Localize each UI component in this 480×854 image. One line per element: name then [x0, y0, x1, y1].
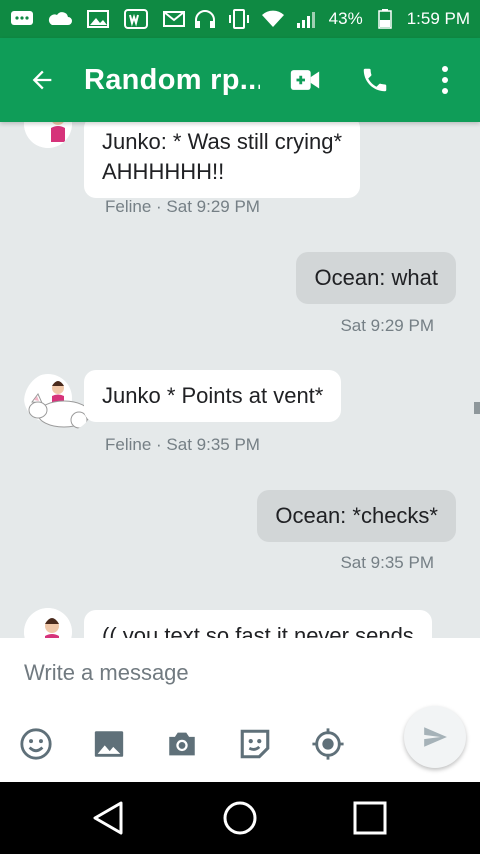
emoji-button[interactable]: [18, 726, 54, 762]
status-bar: 43% 1:59 PM: [0, 0, 480, 38]
gallery-icon: [94, 731, 124, 757]
emoji-icon: [20, 728, 52, 760]
nav-recents-button[interactable]: [350, 798, 390, 838]
message-meta: Feline · Sat 9:35 PM: [105, 435, 260, 454]
nav-recents-icon: [353, 801, 387, 835]
nav-home-button[interactable]: [220, 798, 260, 838]
sender-avatar-icon: [24, 122, 72, 148]
location-icon: [312, 728, 344, 760]
more-vert-icon: [442, 66, 448, 94]
message-bubble-incoming[interactable]: Junko: * Was still crying* AHHHHHH!!: [84, 122, 361, 198]
signal-icon: [295, 9, 319, 29]
message-input[interactable]: Write a message: [24, 660, 189, 686]
camera-button[interactable]: [164, 726, 200, 762]
battery-icon: [373, 9, 397, 29]
message-text-line: Junko: * Was still crying*: [102, 129, 343, 154]
navigation-bar: [0, 782, 480, 854]
sender-name: Feline: [105, 197, 152, 216]
message-bubble-incoming[interactable]: Junko * Points at vent*: [84, 370, 342, 422]
message-time: Sat 9:35 PM: [166, 435, 260, 454]
avatar[interactable]: [24, 608, 72, 638]
cloud-icon: [48, 9, 72, 29]
more-options-button[interactable]: [410, 38, 480, 122]
app-bar: Random rp...: [0, 38, 480, 122]
back-button[interactable]: [0, 38, 84, 122]
sender-name: Feline: [105, 435, 152, 454]
message-time: Sat 9:29 PM: [340, 316, 434, 335]
chat-bubble-icon: [10, 9, 34, 29]
compose-area: Write a message: [0, 638, 480, 782]
sticker-icon: [240, 729, 270, 759]
scroll-indicator[interactable]: [474, 402, 480, 414]
video-call-icon: [290, 70, 320, 90]
gmail-icon: [162, 9, 186, 29]
message-time: Sat 9:29 PM: [166, 197, 260, 216]
vibrate-icon: [227, 9, 251, 29]
message-text-line: Junko * Points at vent*: [102, 383, 324, 408]
nav-back-button[interactable]: [88, 798, 128, 838]
message-text-line: Ocean: what: [314, 265, 438, 290]
video-call-button[interactable]: [270, 38, 340, 122]
send-icon: [424, 727, 447, 747]
phone-call-button[interactable]: [340, 38, 410, 122]
image-icon: [86, 9, 110, 29]
message-bubble-outgoing[interactable]: Ocean: what: [296, 252, 456, 304]
message-text-line: AHHHHHH!!: [102, 159, 225, 184]
battery-percent: 43%: [328, 9, 363, 28]
message-bubble-outgoing[interactable]: Ocean: *checks*: [257, 490, 456, 542]
sticker-button[interactable]: [237, 726, 273, 762]
gallery-button[interactable]: [91, 726, 127, 762]
conversation-list[interactable]: Junko: * Was still crying* AHHHHHH!! Fel…: [0, 122, 480, 638]
back-arrow-icon: [32, 70, 52, 90]
location-button[interactable]: [310, 726, 346, 762]
wifi-icon: [261, 9, 285, 29]
message-meta: Feline · Sat 9:29 PM: [105, 197, 260, 216]
nav-home-icon: [223, 801, 257, 835]
message-text-line: (( you text so fast it never sends: [102, 623, 414, 638]
message-text-line: Ocean: *checks*: [275, 503, 438, 528]
headphones-icon: [193, 9, 217, 29]
camera-icon: [169, 732, 195, 756]
word-icon: [124, 9, 148, 29]
status-time: 1:59 PM: [406, 9, 470, 28]
send-button[interactable]: [404, 706, 466, 768]
phone-icon: [363, 68, 387, 92]
conversation-title[interactable]: Random rp...: [84, 64, 260, 97]
avatar[interactable]: [24, 122, 72, 148]
sender-avatar-icon: [24, 608, 72, 638]
message-time: Sat 9:35 PM: [340, 553, 434, 572]
message-bubble-incoming[interactable]: (( you text so fast it never sends: [84, 610, 432, 638]
nav-back-icon: [93, 801, 123, 835]
